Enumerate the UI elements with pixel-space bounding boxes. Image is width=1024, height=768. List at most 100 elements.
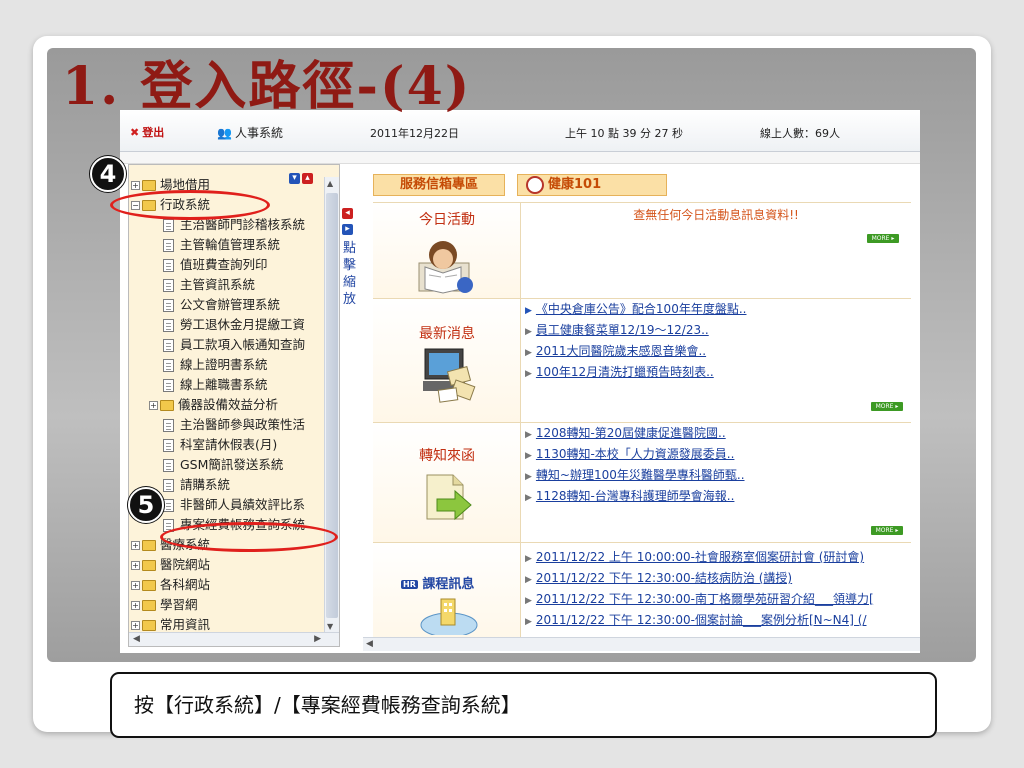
- tree-node-label: 值班費查詢列印: [180, 257, 268, 272]
- tree-node-label: 勞工退休金月提繳工資: [180, 317, 306, 332]
- tree-node[interactable]: 線上離職書系統: [129, 375, 325, 395]
- item-link[interactable]: 1208轉知-第20屆健康促進醫院國..: [536, 426, 726, 440]
- tree-node-label: 員工款項入帳通知查詢: [180, 337, 306, 352]
- service-mailbox-tab[interactable]: 服務信箱專區: [373, 174, 505, 196]
- tree-node-label: 公文會辦管理系統: [180, 297, 281, 312]
- folder-icon: [142, 580, 156, 591]
- tree-node-label: 科室請休假表(月): [180, 437, 278, 452]
- scroll-thumb[interactable]: [326, 193, 338, 618]
- bullet-icon: ▶: [525, 451, 532, 461]
- system-label: 人事系統: [234, 126, 283, 140]
- content-horizontal-scrollbar[interactable]: ◀: [363, 637, 920, 651]
- today-more-button[interactable]: MORE ▸: [867, 234, 899, 243]
- tree-node[interactable]: GSM簡訊發送系統: [129, 455, 325, 475]
- news-more-button[interactable]: MORE ▸: [871, 402, 903, 411]
- item-link[interactable]: 《中央倉庫公告》配合100年年度盤點..: [536, 302, 747, 316]
- tree-node[interactable]: 公文會辦管理系統: [129, 295, 325, 315]
- logout-link[interactable]: ✖ 登出: [130, 124, 164, 140]
- letters-title: 轉知來函: [419, 448, 475, 464]
- expand-node-icon[interactable]: +: [131, 541, 140, 550]
- news-section: 最新消息 ▶ 《中央倉庫公告》配合100年年度盤點.. ▶ 員工健康餐菜單12/19～…: [373, 298, 911, 422]
- tree-horizontal-scrollbar[interactable]: ◀ ▶: [129, 632, 339, 646]
- tree-node[interactable]: 主治醫師參與政策性活: [129, 415, 325, 435]
- scroll-right-icon[interactable]: ▶: [314, 634, 321, 644]
- item-link[interactable]: 2011/12/22 下午 12:30:00-個案討論___案例分析[N~N4]…: [536, 613, 867, 627]
- item-link[interactable]: 1128轉知-台灣專科護理師學會海報..: [536, 489, 735, 503]
- tree-node-label: 學習網: [160, 597, 198, 612]
- item-link[interactable]: 100年12月清洗打蠟預告時刻表..: [536, 365, 714, 379]
- item-link[interactable]: 2011/12/22 下午 12:30:00-南丁格爾學苑研習介紹___領導力[: [536, 592, 874, 606]
- date-text: 2011年12月22日: [370, 127, 459, 140]
- tree-node[interactable]: 值班費查詢列印: [129, 255, 325, 275]
- tree-node[interactable]: 主管資訊系統: [129, 275, 325, 295]
- courses-title-row: HR 課程訊息: [401, 573, 474, 592]
- folder-icon: [142, 600, 156, 611]
- expand-node-icon[interactable]: +: [149, 401, 158, 410]
- today-section: 今日活動 查無任何今日活動息訊息資料!! MORE ▸: [373, 202, 911, 298]
- tree-node[interactable]: 勞工退休金月提繳工資: [129, 315, 325, 335]
- letters-section: 轉知來函 ▶ 1208轉知-第20屆健康促進醫院國.. ▶ 1130轉知-本校「人力資…: [373, 422, 911, 542]
- toggle-strip: ◂ ▸ 點擊縮放: [341, 164, 363, 647]
- tree-menu: + 場地借用 − 行政系統 主治醫師門診稽核系統 主管輪值管理系統 值班費查詢列印 主管資訊系…: [129, 175, 325, 635]
- tree-node[interactable]: + 各科網站: [129, 575, 325, 595]
- tree-node[interactable]: 線上證明書系統: [129, 355, 325, 375]
- list-item: ▶ 1208轉知-第20屆健康促進醫院國..: [525, 423, 907, 444]
- tree-node[interactable]: 員工款項入帳通知查詢: [129, 335, 325, 355]
- tree-node-label: 各科網站: [160, 577, 211, 592]
- tree-node[interactable]: + 醫院網站: [129, 555, 325, 575]
- expand-node-icon[interactable]: +: [131, 601, 140, 610]
- instruction-caption: 按【行政系統】/【專案經費帳務查詢系統】: [110, 672, 937, 738]
- scroll-down-icon[interactable]: ▼: [327, 622, 333, 631]
- collapse-pane-icon[interactable]: ◂: [342, 208, 353, 219]
- tree-node-label: 儀器設備效益分析: [178, 397, 279, 412]
- highlight-admin-system: [110, 190, 270, 220]
- news-label-cell: 最新消息: [373, 299, 521, 422]
- item-link[interactable]: 1130轉知-本校「人力資源發展委員..: [536, 447, 735, 461]
- bullet-icon: ▶: [525, 327, 532, 337]
- list-item: ▶ 100年12月清洗打蠟預告時刻表..: [525, 362, 907, 383]
- logout-label: 登出: [142, 126, 165, 139]
- time-text: 上午 10 點 39 分 27 秒: [565, 127, 683, 140]
- item-link[interactable]: 轉知~辦理100年災難醫學專科醫師甄..: [536, 468, 745, 482]
- bullet-icon: ▶: [525, 348, 532, 358]
- news-list: ▶ 《中央倉庫公告》配合100年年度盤點.. ▶ 員工健康餐菜單12/19～12/23…: [525, 299, 907, 383]
- portal-screenshot: ✖ 登出 👥 人事系統 2011年12月22日 上午 10 點 39 分 27 秒 …: [120, 110, 920, 653]
- health101-tab[interactable]: 健康101: [517, 174, 667, 196]
- list-item: ▶ 員工健康餐菜單12/19～12/23..: [525, 320, 907, 341]
- expand-node-icon[interactable]: +: [131, 581, 140, 590]
- tree-node[interactable]: 科室請休假表(月): [129, 435, 325, 455]
- document-icon: [163, 419, 174, 432]
- list-item: ▶ 2011/12/22 下午 12:30:00-結核病防治 (講授): [525, 568, 907, 589]
- letters-more-button[interactable]: MORE ▸: [871, 526, 903, 535]
- document-icon: [163, 239, 174, 252]
- bullet-icon: ▶: [525, 472, 532, 482]
- news-title: 最新消息: [419, 326, 475, 342]
- item-link[interactable]: 2011/12/22 上午 10:00:00-社會服務室個案研討會 (研討會): [536, 550, 864, 564]
- tree-node-label: 常用資訊: [160, 617, 211, 632]
- courses-list: ▶ 2011/12/22 上午 10:00:00-社會服務室個案研討會 (研討會)…: [525, 547, 907, 631]
- tree-node[interactable]: + 學習網: [129, 595, 325, 615]
- document-icon: [163, 499, 174, 512]
- scroll-left-icon[interactable]: ◀: [133, 634, 140, 644]
- health101-label: 健康101: [548, 177, 602, 192]
- tree-pane: ▾ ▴ + 場地借用 − 行政系統 主治醫師門診稽核系統 主管輪值管理系統 值班費查詢列印 主管…: [128, 164, 340, 647]
- list-item: ▶ 轉知~辦理100年災難醫學專科醫師甄..: [525, 465, 907, 486]
- item-link[interactable]: 2011大同醫院歲末感恩音樂會..: [536, 344, 706, 358]
- scroll-up-icon[interactable]: ▲: [327, 179, 333, 188]
- tree-node[interactable]: 主管輪值管理系統: [129, 235, 325, 255]
- system-link[interactable]: 👥 人事系統: [217, 124, 283, 141]
- item-link[interactable]: 員工健康餐菜單12/19～12/23..: [536, 323, 709, 337]
- expand-node-icon[interactable]: +: [131, 621, 140, 630]
- item-link[interactable]: 2011/12/22 下午 12:30:00-結核病防治 (講授): [536, 571, 792, 585]
- document-icon: [163, 279, 174, 292]
- list-item: ▶ 2011/12/22 下午 12:30:00-南丁格爾學苑研習介紹___領導力…: [525, 589, 907, 610]
- content-scroll-left-icon[interactable]: ◀: [366, 639, 373, 649]
- tree-node[interactable]: + 儀器設備效益分析: [129, 395, 325, 415]
- expand-pane-icon[interactable]: ▸: [342, 224, 353, 235]
- computer-mail-icon: [423, 348, 476, 403]
- document-icon: [163, 379, 174, 392]
- tree-vertical-scrollbar[interactable]: ▲ ▼: [324, 177, 339, 632]
- expand-node-icon[interactable]: +: [131, 181, 140, 190]
- expand-node-icon[interactable]: +: [131, 561, 140, 570]
- content-pane: 服務信箱專區 健康101 今日活動 查無任何今日活動息訊息資料!! MORE ▸: [363, 164, 920, 637]
